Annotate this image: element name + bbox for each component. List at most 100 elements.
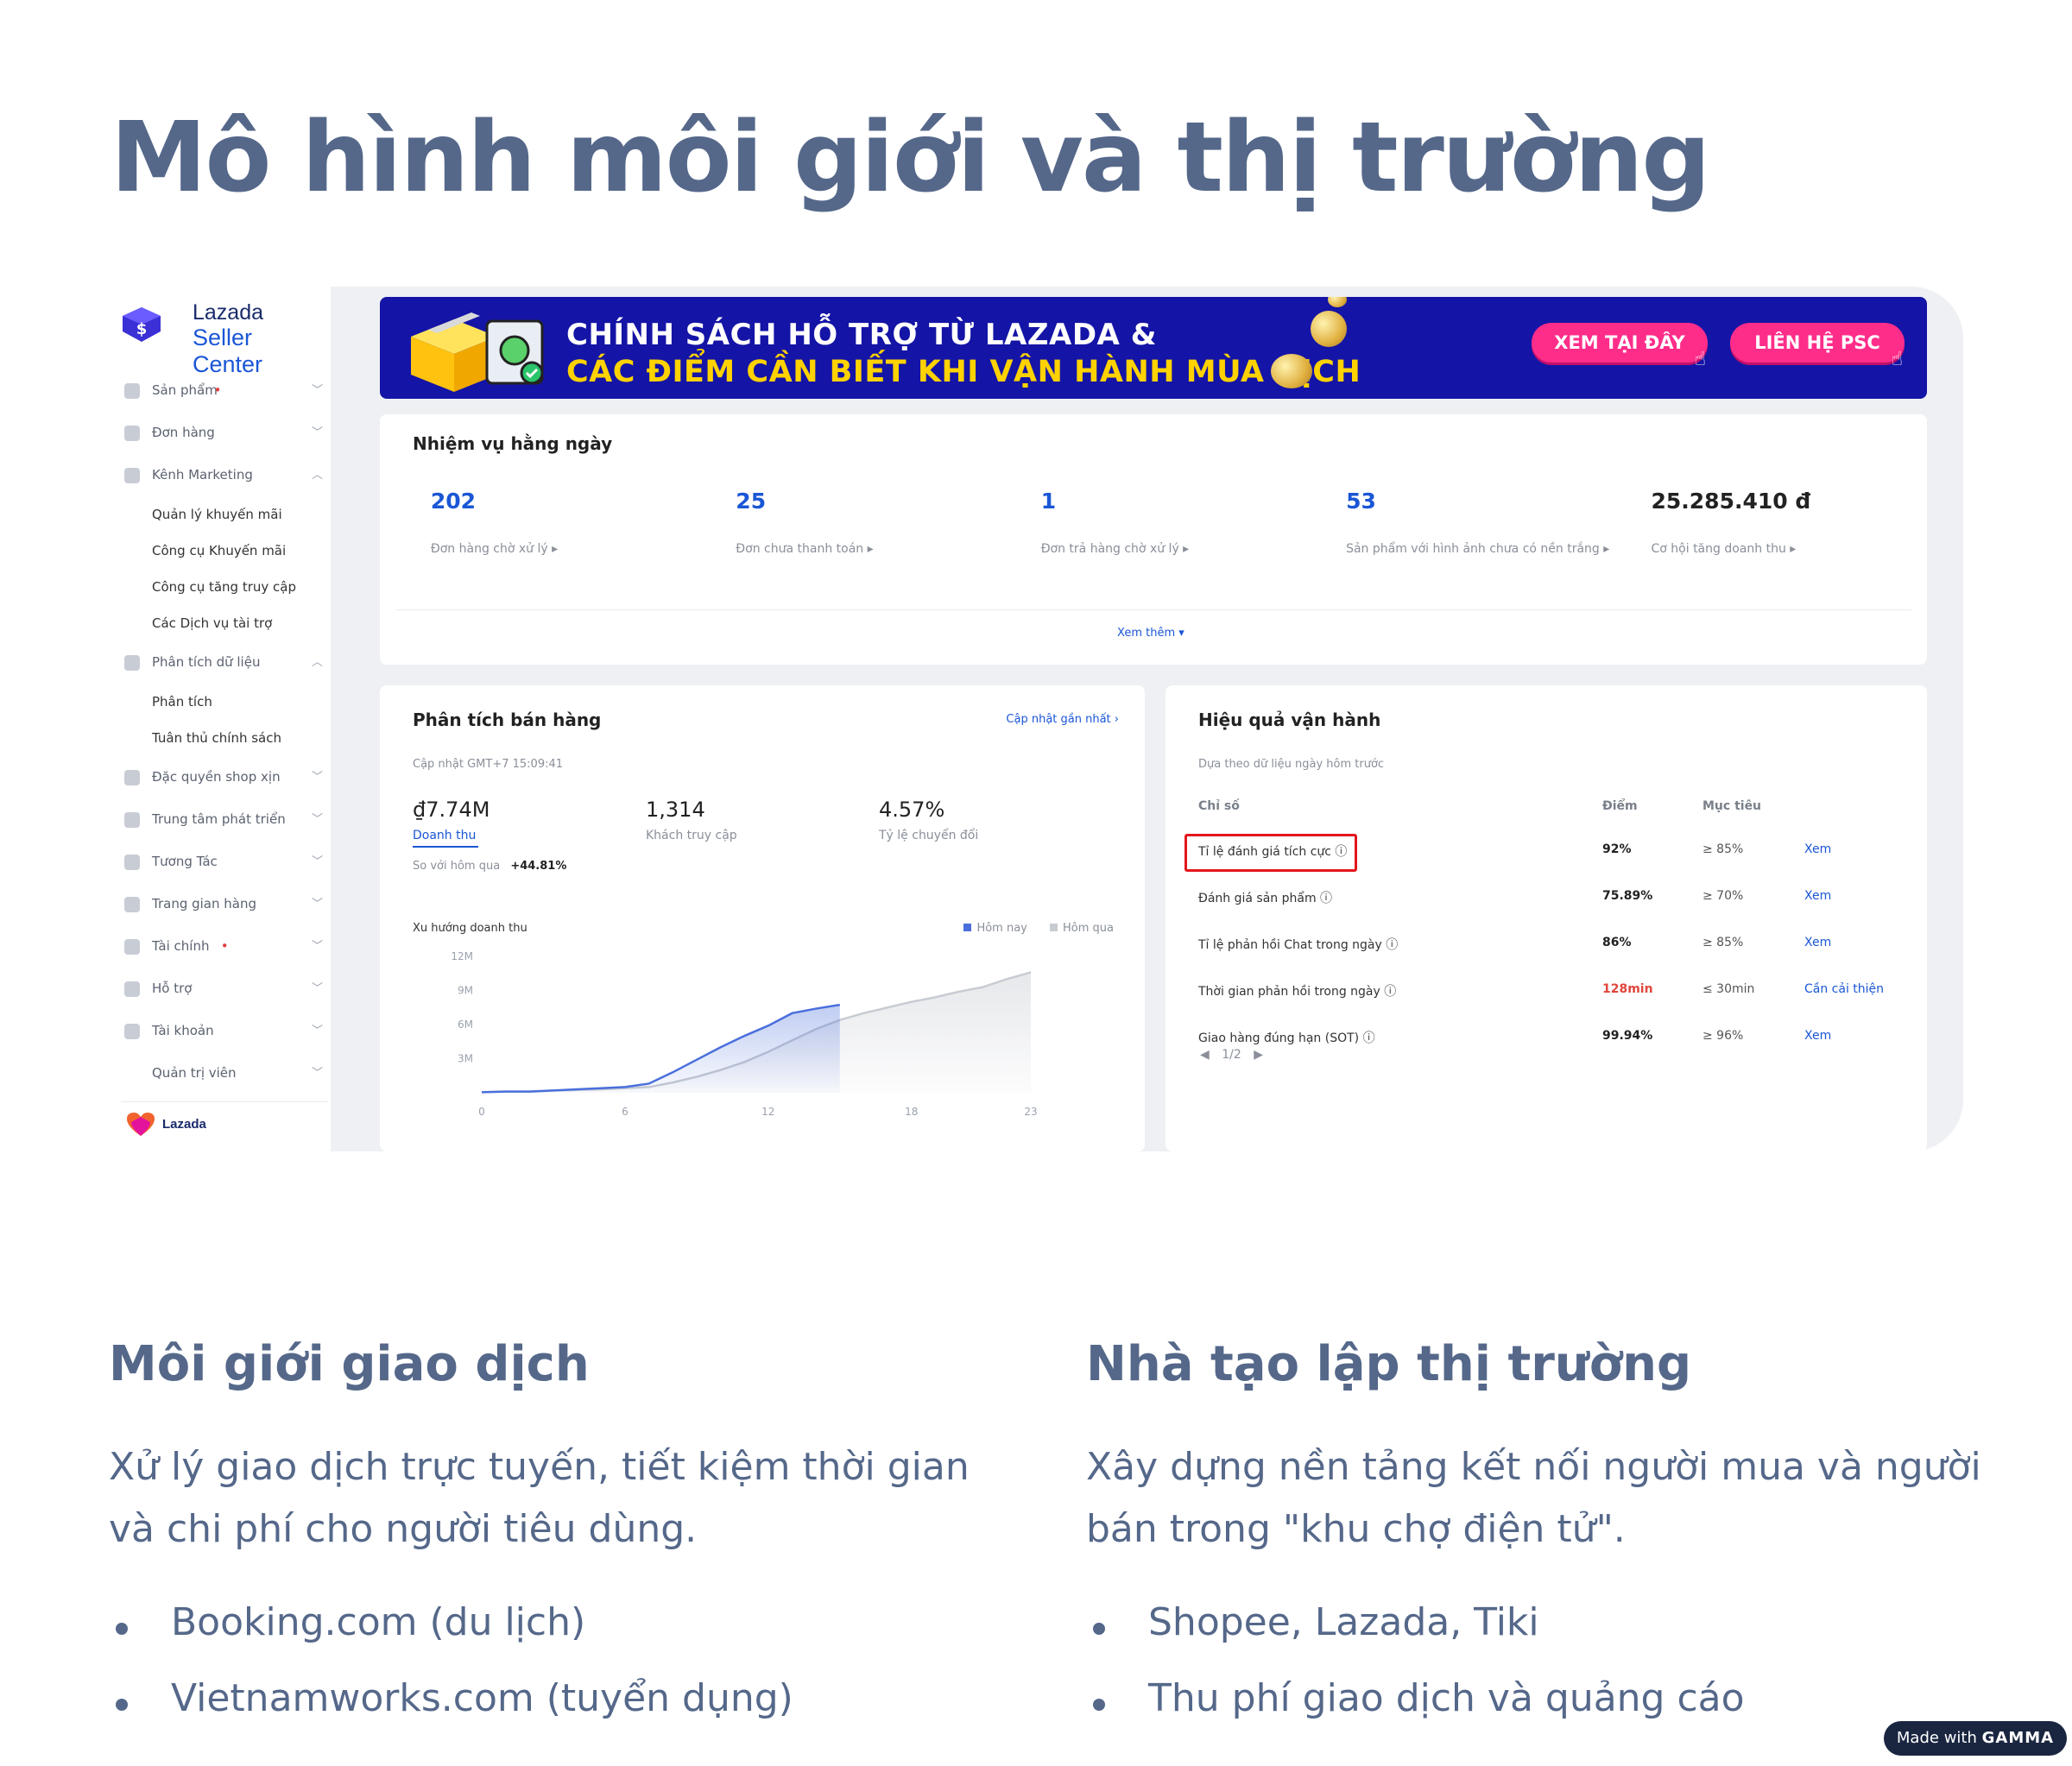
kpi-label[interactable]: Cơ hội tăng doanh thu ▸ [1652,539,1921,559]
sidebar-item-label: Tài chính [152,938,210,954]
chevron-down-icon[interactable]: ﹀ [312,369,323,412]
chevron-down-icon[interactable]: ﹀ [312,1010,323,1052]
chevron-down-icon[interactable]: ﹀ [312,1052,323,1094]
ops-metric-target: ≥ 96% [1702,1029,1744,1043]
prev-page-icon[interactable]: ◀ [1200,1048,1210,1062]
chevron-down-icon[interactable]: ﹀ [312,756,323,798]
made-with-gamma-badge[interactable]: Made with GAMMA [1884,1721,2067,1756]
sidebar-subitem-label: Phân tích [152,694,212,710]
bullet-dot-icon [116,1699,128,1711]
ops-metric-action[interactable]: Xem [1804,842,1831,856]
sidebar-item[interactable]: Sản phẩm • ﹀ [121,369,328,412]
contact-psc-button[interactable]: LIÊN HỆ PSC ☝ [1730,323,1905,370]
next-page-icon[interactable]: ▶ [1254,1048,1263,1062]
sidebar-item[interactable]: Trang gian hàng ﹀ [121,883,328,925]
chevron-down-icon[interactable]: ﹀ [312,412,323,454]
sidebar-nav: Sản phẩm • ﹀ Đơn hàng ﹀ Kênh Marketing ︿ Quản l… [121,369,328,1102]
y-tick-label: 12M [451,950,473,962]
sidebar-item[interactable]: Trung tâm phát triển ﹀ [121,798,328,841]
sidebar-subitem[interactable]: Phân tích [121,684,328,720]
ops-metric-action[interactable]: Xem [1804,1029,1831,1043]
promo-banner[interactable]: CHÍNH SÁCH HỖ TRỢ TỪ LAZADA & CÁC ĐIỂM C… [380,297,1927,399]
chevron-down-icon[interactable]: ﹀ [312,841,323,883]
sidebar-item[interactable]: Phân tích dữ liệu ︿ [121,641,328,684]
ops-metric-score: 86% [1602,936,1632,949]
sidebar-item[interactable]: Đặc quyền shop xịn ﹀ [121,756,328,798]
bullet-dot-icon [116,1623,128,1635]
y-tick-label: 3M [458,1053,473,1065]
sidebar-item[interactable]: Hỗ trợ ﹀ [121,968,328,1010]
kpi-label[interactable]: Đơn chưa thanh toán ▸ [736,539,1005,559]
banner-headline: CHÍNH SÁCH HỖ TRỢ TỪ LAZADA & [566,318,1157,352]
left-column-body: Xử lý giao dịch trực tuyến, tiết kiệm th… [109,1445,970,1551]
sidebar-item[interactable]: Tương Tác ﹀ [121,841,328,883]
kpi-value[interactable]: 25 [736,489,766,514]
ops-metric-name: Giao hàng đúng hạn (SOT) ⓘ [1198,1031,1375,1045]
ops-metric-action[interactable]: Cần cải thiện [1804,982,1884,996]
sidebar-item[interactable]: Tài khoản ﹀ [121,1010,328,1052]
kpi-value[interactable]: 53 [1346,489,1376,514]
col-score-header: Điểm [1602,799,1638,813]
sidebar-item[interactable]: Kênh Marketing ︿ [121,454,328,496]
sidebar-subitem[interactable]: Quản lý khuyến mãi [121,496,328,533]
sidebar-item[interactable]: Quản trị viên ﹀ [121,1052,328,1094]
chevron-down-icon[interactable]: ﹀ [312,883,323,925]
sidebar-subitem[interactable]: Các Dịch vụ tài trợ [121,605,328,641]
sidebar-item-label: Sản phẩm [152,382,218,398]
sidebar-item-label: Trang gian hàng [152,896,256,911]
col-metric-header: Chỉ số [1198,799,1240,813]
sidebar-item-label: Phân tích dữ liệu [152,654,261,670]
ops-metric-target: ≥ 70% [1702,889,1744,903]
contact-psc-label: LIÊN HỆ PSC [1754,332,1880,353]
menu-item-icon [124,655,140,671]
kpi-value[interactable]: 25.285.410 đ [1652,489,1811,514]
y-tick-label: 6M [458,1019,473,1031]
coin-icon [1311,311,1347,347]
kpi-value[interactable]: 1 [1041,489,1056,514]
y-tick-label: 9M [458,985,473,997]
sidebar-subitem[interactable]: Công cụ Khuyến mãi [121,533,328,569]
menu-item-icon [124,939,140,955]
lazada-seller-center-screenshot: $ Lazada Seller Center Sản phẩm • ﹀ Đơn hàn… [107,283,1963,1151]
sidebar-subitem-label: Công cụ tăng truy cập [152,579,296,595]
chevron-up-icon[interactable]: ︿ [312,641,323,684]
view-here-button[interactable]: XEM TẠI ĐÂY ☝ [1532,323,1708,370]
menu-item-icon [124,855,140,870]
ops-metric-action[interactable]: Xem [1804,889,1831,903]
ops-metric-action[interactable]: Xem [1804,936,1831,949]
kpi-label[interactable]: Đơn trả hàng chờ xử lý ▸ [1041,539,1311,559]
chevron-down-icon[interactable]: ﹀ [312,798,323,841]
bullet-text: Booking.com (du lịch) [171,1600,586,1644]
pointer-hand-icon: ☝ [1891,349,1903,370]
x-tick-label: 0 [478,1106,485,1118]
see-more-link[interactable]: Xem thêm ▾ [1117,627,1184,640]
highlight-box [1184,834,1357,872]
view-here-label: XEM TẠI ĐÂY [1554,332,1685,353]
sidebar-item[interactable]: Tài chính • ﹀ [121,925,328,968]
sidebar-divider [121,1101,328,1102]
ops-metric-name: Thời gian phản hồi trong ngày ⓘ [1198,985,1397,999]
ops-metric-name: Tỉ lệ phản hồi Chat trong ngày ⓘ [1198,938,1399,952]
sidebar-subitem-label: Quản lý khuyến mãi [152,507,282,522]
left-column-title: Môi giới giao dịch [109,1336,590,1392]
sidebar-item-label: Trung tâm phát triển [152,811,286,827]
ops-metric-score: 75.89% [1602,889,1653,903]
ops-metric-target: ≥ 85% [1702,936,1744,949]
sidebar-item-label: Hỗ trợ [152,981,193,996]
brand[interactable]: $ Lazada Seller Center [121,299,328,377]
sidebar: $ Lazada Seller Center Sản phẩm • ﹀ Đơn hàn… [107,283,330,1151]
banner-subheadline: CÁC ĐIỂM CẦN BIẾT KHI VẬN HÀNH MÙA DỊCH [566,355,1361,389]
coin-icon [1271,354,1312,388]
right-column-body: Xây dựng nền tảng kết nối người mua và n… [1086,1445,1981,1551]
chevron-up-icon[interactable]: ︿ [312,454,323,496]
sidebar-item[interactable]: Đơn hàng ﹀ [121,412,328,454]
kpi-value[interactable]: 202 [431,489,476,514]
kpi-label[interactable]: Sản phẩm với hình ảnh chưa có nền trắng … [1346,539,1615,559]
kpi-label[interactable]: Đơn hàng chờ xử lý ▸ [431,539,700,559]
ops-metric-score: 99.94% [1602,1029,1653,1043]
ops-metric-target: ≤ 30min [1702,982,1755,996]
sidebar-subitem[interactable]: Công cụ tăng truy cập [121,569,328,605]
chevron-down-icon[interactable]: ﹀ [312,968,323,1010]
sidebar-subitem[interactable]: Tuân thủ chính sách [121,720,328,756]
chevron-down-icon[interactable]: ﹀ [312,925,323,968]
